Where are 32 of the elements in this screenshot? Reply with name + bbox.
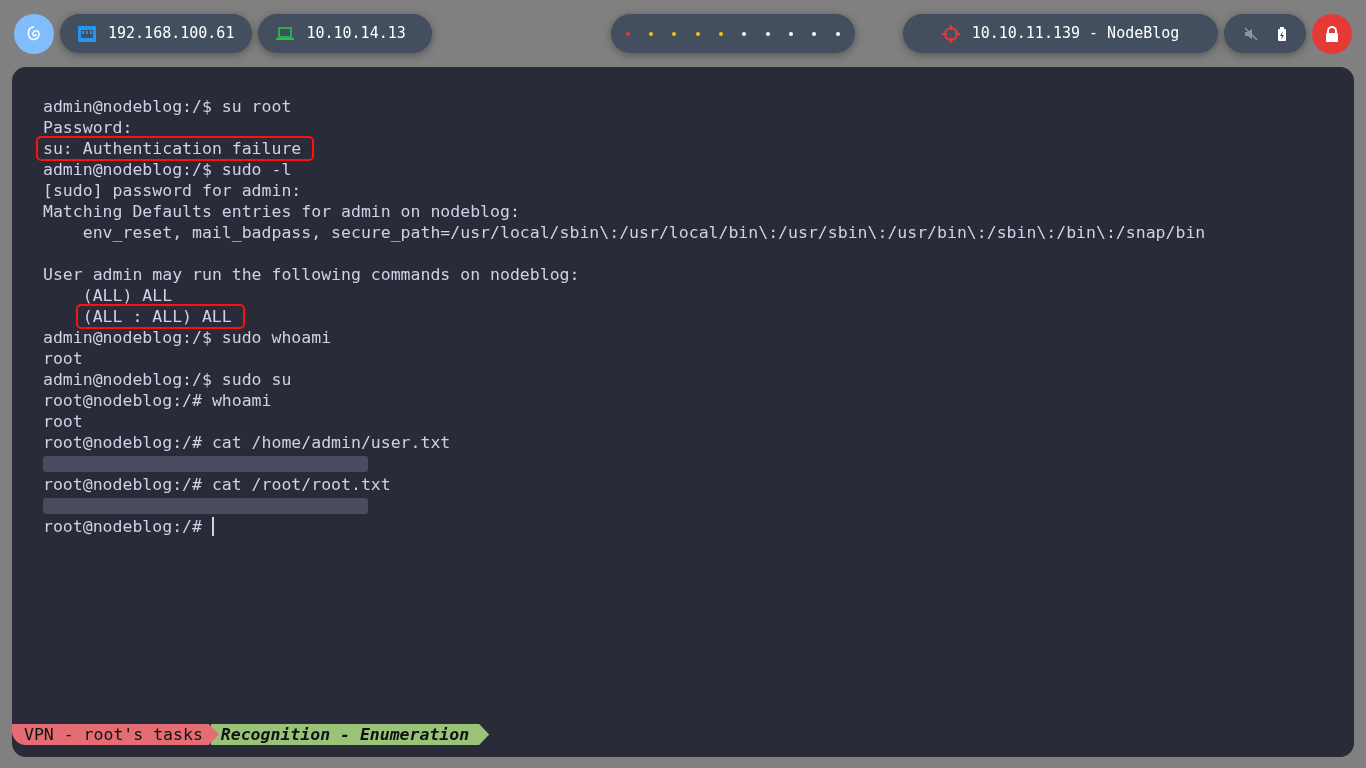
terminal-line: admin@nodeblog:/$ su root (43, 97, 292, 116)
ip-address: 10.10.14.13 (306, 23, 406, 45)
lock-button[interactable] (1312, 13, 1352, 54)
terminal-line: admin@nodeblog:/$ sudo whoami (43, 328, 332, 347)
terminal-line: root@nodeblog:/# cat /root/root.txt (43, 475, 391, 494)
battery-icon[interactable] (1278, 26, 1286, 41)
prompt: root@nodeblog:/# (43, 516, 203, 537)
terminal-line: (ALL : ALL) ALL (78, 307, 242, 326)
terminal-line: admin@nodeblog:/$ sudo -l (43, 160, 292, 179)
terminal-line: Matching Defaults entries for admin on nodeblog: (43, 202, 520, 221)
terminal-line: root@nodeblog:/# cat /home/admin/user.txt (43, 433, 451, 452)
terminal-line: root (43, 412, 83, 431)
logo-button[interactable] (14, 13, 54, 54)
laptop-icon (276, 26, 295, 41)
status-segment: VPN - root's tasks (12, 724, 219, 745)
terminal-line: Password: (43, 118, 133, 137)
terminal-line: env_reset, mail_badpass, secure_path=/usr/local/sbin\:/usr/local/bin\:/usr/sbin\:/usr/bin\:/sbin\:/bin\:/snap/bin (82, 223, 1206, 242)
ip-address: 192.168.100.61 (108, 23, 235, 45)
terminal-line: admin@nodeblog:/$ sudo su (43, 370, 292, 389)
muted-speaker-icon[interactable] (1244, 26, 1258, 41)
terminal-line: User admin may run the following commands on nodeblog: (43, 265, 580, 284)
target-label: 10.10.11.139 - NodeBlog (971, 23, 1180, 45)
terminal-line: (ALL) ALL (82, 286, 173, 305)
cursor (211, 517, 214, 536)
network-port-icon (78, 25, 96, 42)
terminal-line: root@nodeblog:/# whoami (43, 391, 272, 410)
terminal-line: [sudo] password for admin: (43, 181, 302, 200)
status-segment: Recognition - Enumeration (210, 724, 490, 745)
terminal-line: su: Authentication failure (39, 139, 312, 158)
crosshair-icon (941, 24, 960, 43)
terminal-line: root (43, 349, 83, 368)
lock-icon (1325, 25, 1339, 42)
